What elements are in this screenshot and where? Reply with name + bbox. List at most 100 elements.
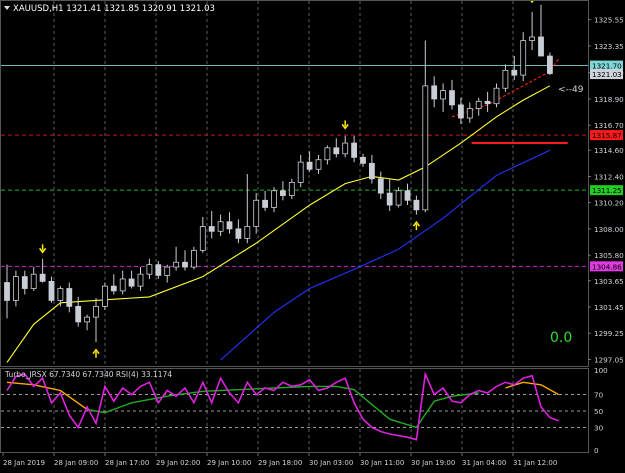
price-tick-label: 1305.80 — [594, 251, 624, 260]
time-tick-label: 31 Jan 04:00 — [462, 459, 506, 467]
candle — [449, 79, 455, 110]
candle-body — [484, 100, 491, 105]
candle — [538, 4, 544, 57]
candle-body — [93, 305, 99, 318]
candle-body — [84, 316, 90, 323]
candle — [21, 270, 28, 295]
candle-body — [395, 190, 402, 206]
candle-body — [39, 273, 46, 282]
candle-body — [4, 282, 10, 301]
candle — [93, 298, 99, 343]
candle-body — [199, 226, 206, 251]
candle — [422, 40, 429, 213]
sell-arrow-icon — [341, 120, 349, 130]
candle-body — [48, 280, 55, 301]
candle-body — [75, 305, 82, 323]
candle — [102, 282, 108, 310]
candle — [12, 270, 19, 307]
candle-body — [288, 182, 295, 196]
candle — [520, 32, 527, 82]
candle-body — [155, 264, 162, 276]
candle-body — [431, 85, 438, 100]
candle — [244, 174, 251, 244]
chart-window[interactable]: XAUUSD,H1 1321.41 1321.85 1320.91 1321.0… — [0, 0, 625, 469]
candle-body — [128, 278, 135, 287]
candle-body — [360, 156, 366, 164]
candle-body — [404, 190, 411, 201]
candle — [4, 264, 10, 319]
price-badge: 1321.03 — [590, 69, 623, 80]
candle — [119, 270, 126, 295]
candle-body — [351, 142, 358, 158]
badge-text: 1321.03 — [592, 70, 622, 79]
price-tick-label: 1318.90 — [594, 95, 624, 104]
indicator-axis: 100 70 50 30 0 — [594, 366, 608, 455]
symbol-info: XAUUSD,H1 1321.41 1321.85 1320.91 1321.0… — [13, 4, 215, 14]
candle — [413, 195, 420, 215]
time-axis[interactable]: 28 Jan 2019 28 Jan 09:00 28 Jan 17:00 29 Ja… — [2, 453, 557, 467]
candle-body — [271, 190, 277, 208]
candle — [502, 64, 509, 92]
candle — [342, 135, 349, 158]
candle-body — [457, 104, 464, 119]
candle-body — [12, 276, 19, 301]
candle — [190, 246, 197, 270]
price-tick-label: 1312.40 — [594, 172, 624, 181]
slow-ma-line — [220, 149, 551, 361]
candle — [306, 151, 313, 172]
candle-body — [119, 278, 126, 292]
chart-menu-triangle-icon[interactable] — [4, 6, 10, 10]
candle-body — [520, 40, 527, 76]
level-lines — [1, 65, 588, 267]
candle — [288, 178, 295, 200]
candle-body — [413, 199, 420, 211]
jrsx-line — [6, 381, 88, 410]
candle — [84, 314, 90, 331]
candle — [297, 154, 304, 188]
price-tick-label: 1323.35 — [594, 42, 624, 51]
candle — [164, 264, 171, 283]
candle — [475, 97, 482, 116]
time-tick-label: 28 Jan 2019 — [3, 459, 45, 467]
time-tick-label: 30 Jan 03:00 — [309, 459, 353, 467]
sell-arrow-icon — [39, 244, 47, 254]
candle — [324, 145, 331, 165]
candle-body — [475, 100, 482, 109]
price-tick-label: 1316.70 — [594, 121, 624, 130]
candle — [457, 97, 464, 124]
candle-body — [217, 221, 224, 232]
candle-body — [511, 69, 518, 76]
indicator-label: Turbo_JRSX 67.7340 67.7340 RSI(4) 33.117… — [4, 370, 172, 379]
candle — [315, 154, 322, 175]
candle-body — [502, 69, 509, 89]
candle — [333, 138, 340, 158]
candle-body — [493, 87, 500, 105]
candle — [110, 274, 117, 295]
candle — [128, 270, 135, 289]
candle — [271, 187, 277, 213]
candle — [404, 183, 411, 206]
candle-body — [306, 161, 313, 170]
candle-body — [21, 276, 28, 289]
price-badge: 1315.87 — [590, 130, 623, 141]
main-chart[interactable]: XAUUSD,H1 1321.41 1321.85 1320.91 1321.0… — [0, 0, 625, 469]
candle — [466, 102, 473, 123]
candle — [155, 261, 162, 279]
indicator-pane — [1, 371, 588, 441]
candle-body — [449, 90, 455, 106]
candle — [493, 83, 500, 108]
candle-body — [262, 199, 269, 208]
candle-body — [226, 221, 233, 230]
badge-text: 1311.25 — [592, 186, 622, 195]
price-tick-label: 1310.20 — [594, 199, 624, 208]
candle — [484, 91, 491, 113]
buy-arrow-icon — [412, 220, 420, 231]
candle-body — [422, 85, 429, 211]
overlay-value: 0.0 — [550, 330, 572, 346]
candle-body — [208, 226, 215, 232]
candle — [30, 267, 37, 291]
candle — [57, 286, 64, 307]
indicator-tick-label: 30 — [594, 423, 604, 432]
candle-body — [342, 142, 349, 155]
candle-body — [386, 192, 393, 206]
